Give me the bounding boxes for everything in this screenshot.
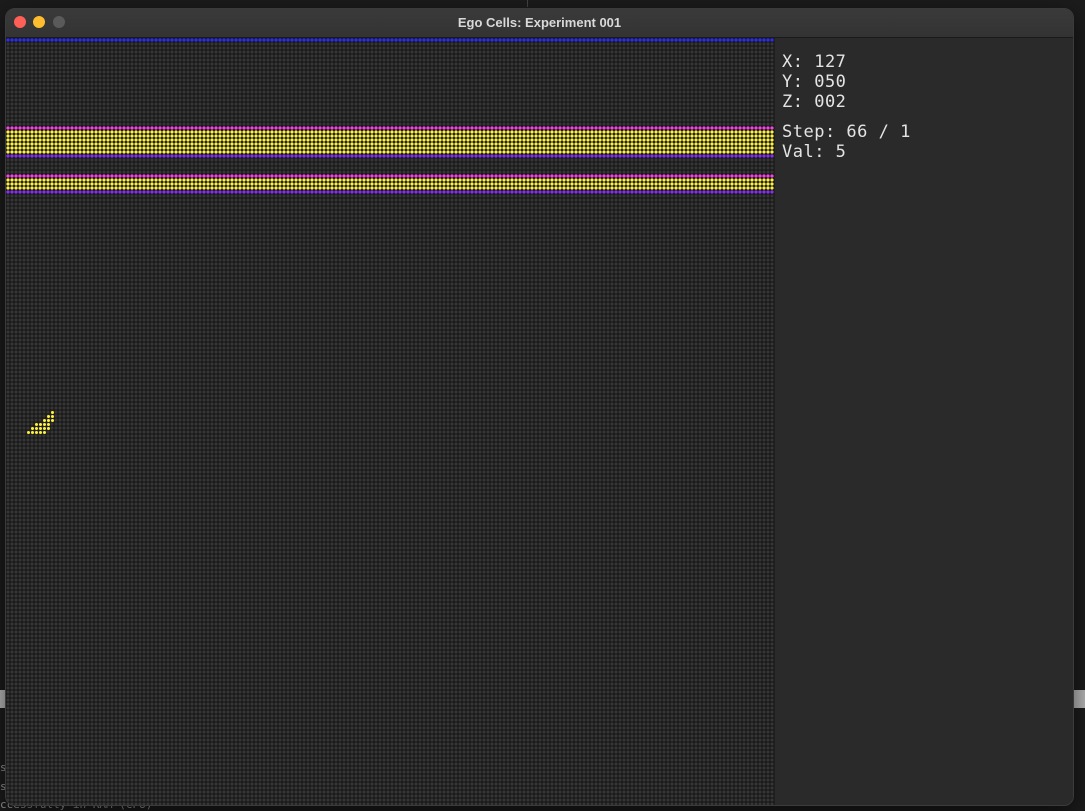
live-cell [42, 426, 46, 430]
live-cell [46, 418, 50, 422]
live-cell [50, 410, 54, 414]
live-cell [34, 422, 38, 426]
info-panel: X: 127 Y: 050 Z: 002 Step: 66 / 1 Val: 5 [774, 38, 1073, 805]
live-cell [42, 422, 46, 426]
title-bar[interactable]: Ego Cells: Experiment 001 [6, 9, 1073, 38]
live-cell [46, 422, 50, 426]
live-cell [42, 430, 46, 434]
live-cell [34, 426, 38, 430]
yellow-band [6, 178, 774, 190]
background-divider [527, 0, 528, 7]
z-coordinate-readout: Z: 002 [782, 92, 847, 112]
live-cell [38, 426, 42, 430]
purple-band [6, 190, 774, 194]
step-readout: Step: 66 / 1 [782, 122, 911, 142]
background-scrollbar-right [1074, 690, 1085, 708]
window-title: Ego Cells: Experiment 001 [457, 15, 622, 30]
live-cell [42, 418, 46, 422]
y-coordinate-readout: Y: 050 [782, 72, 847, 92]
value-readout: Val: 5 [782, 142, 847, 162]
live-cell [30, 426, 34, 430]
live-cell [38, 422, 42, 426]
live-cell [50, 418, 54, 422]
live-cell [38, 430, 42, 434]
app-window: Ego Cells: Experiment 001 X: 127 Y: 050 … [5, 8, 1074, 806]
cell-grid[interactable] [6, 38, 774, 805]
yellow-band [6, 130, 774, 154]
live-cell [50, 414, 54, 418]
live-cell [46, 414, 50, 418]
live-cell [26, 430, 30, 434]
live-cell [30, 430, 34, 434]
purple-band [6, 154, 774, 158]
live-cell [34, 430, 38, 434]
x-coordinate-readout: X: 127 [782, 52, 847, 72]
live-cell [46, 426, 50, 430]
grid-border-band [6, 38, 774, 42]
